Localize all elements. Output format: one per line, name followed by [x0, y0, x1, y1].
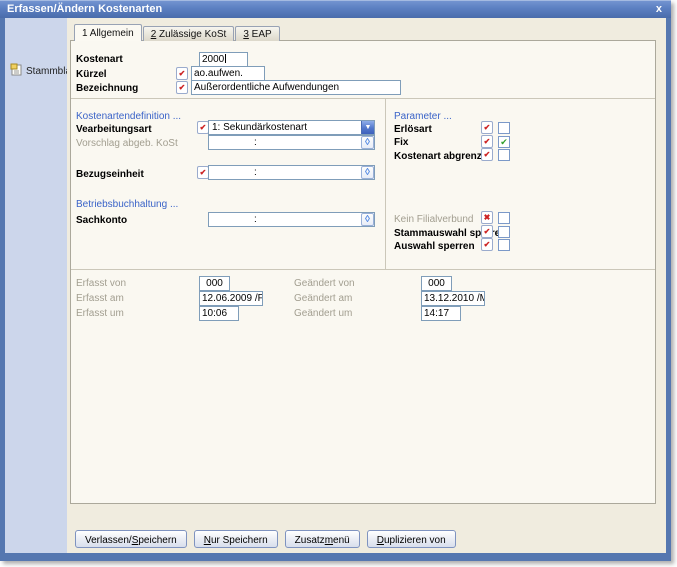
separator — [385, 99, 386, 269]
kuerzel-label: Kürzel — [76, 69, 107, 80]
kuerzel-input[interactable]: ao.aufwen. — [191, 66, 265, 81]
stammblatt-icon — [10, 63, 23, 79]
red-check-flag-icon[interactable] — [481, 121, 493, 134]
tab-zulaessige-kost[interactable]: 2 Zulässige KoSt — [143, 26, 235, 41]
diamond-lookup-icon[interactable]: ◊ — [361, 166, 374, 179]
button-bar: Verlassen/Speichern Nur Speichern Zusatz… — [75, 530, 456, 548]
erfasst-am-label: Erfasst am — [76, 293, 124, 304]
fix-label: Fix — [394, 137, 408, 148]
kostenart-abgrenzen-checkbox[interactable] — [498, 149, 510, 161]
vearbeitungsart-select[interactable]: 1: Sekundärkostenart ▼ — [208, 120, 375, 135]
sidebar: Stammblatt — [5, 18, 67, 553]
erfasst-von-label: Erfasst von — [76, 278, 126, 289]
geaendert-von-label: Geändert von — [294, 278, 355, 289]
red-check-flag-icon[interactable] — [176, 81, 188, 94]
red-check-flag-icon[interactable] — [176, 67, 188, 80]
red-check-flag-icon[interactable] — [481, 148, 493, 161]
geaendert-um-field: 14:17 — [421, 306, 461, 321]
erfasst-um-field: 10:06 — [199, 306, 239, 321]
dialog-window: Erfassen/Ändern Kostenarten x Stammblatt — [0, 0, 671, 561]
stammauswahl-sperren-checkbox[interactable] — [498, 226, 510, 238]
red-check-flag-icon[interactable] — [481, 238, 493, 251]
kostenart-label: Kostenart — [76, 54, 123, 65]
zusatzmenu-button[interactable]: Zusatzmenü — [285, 530, 360, 548]
red-check-flag-icon[interactable] — [481, 225, 493, 238]
close-icon[interactable]: x — [654, 4, 664, 15]
erloesart-label: Erlösart — [394, 124, 432, 135]
nur-speichern-button[interactable]: Nur Speichern — [194, 530, 278, 548]
kein-filialverbund-label: Kein Filialverbund — [394, 214, 474, 225]
bezugseinheit-select[interactable]: : ◊ — [208, 165, 375, 180]
vorschlag-abgeb-kost-label: Vorschlag abgeb. KoSt — [76, 138, 178, 149]
vorschlag-abgeb-kost-select: : ◊ — [208, 135, 375, 150]
main-area: 1 Allgemein 2 Zulässige KoSt 3 EAP Koste… — [67, 18, 666, 553]
window-title: Erfassen/Ändern Kostenarten — [7, 3, 654, 15]
bezeichnung-label: Bezeichnung — [76, 83, 138, 94]
geaendert-am-label: Geändert am — [294, 293, 352, 304]
kein-filialverbund-checkbox — [498, 212, 510, 224]
sidebar-item-stammblatt[interactable]: Stammblatt — [5, 63, 67, 79]
kostenart-abgrenzen-label: Kostenart abgrenzen — [394, 151, 493, 162]
vearbeitungsart-label: Vearbeitungsart — [76, 124, 152, 135]
duplizieren-von-button[interactable]: Duplizieren von — [367, 530, 456, 548]
bezeichnung-input[interactable]: Außerordentliche Aufwendungen — [191, 80, 401, 95]
tab-bar: 1 Allgemein 2 Zulässige KoSt 3 EAP — [74, 24, 281, 41]
geaendert-von-field: 000 — [421, 276, 452, 291]
tab-eap[interactable]: 3 EAP — [235, 26, 279, 41]
erloesart-checkbox[interactable] — [498, 122, 510, 134]
kostenart-input[interactable]: 2000 — [199, 52, 248, 67]
verlassen-speichern-button[interactable]: Verlassen/Speichern — [75, 530, 187, 548]
text-cursor — [225, 54, 226, 63]
red-x-flag-icon — [481, 211, 493, 224]
chevron-down-icon[interactable]: ▼ — [361, 121, 374, 134]
section-betriebsbuchhaltung: Betriebsbuchhaltung ... — [76, 199, 178, 210]
auswahl-sperren-label: Auswahl sperren — [394, 241, 475, 252]
title-bar: Erfassen/Ändern Kostenarten x — [0, 0, 671, 18]
section-kostenartendefinition: Kostenartendefinition ... — [76, 111, 181, 122]
diamond-lookup-icon[interactable]: ◊ — [361, 213, 374, 226]
geaendert-um-label: Geändert um — [294, 308, 352, 319]
erfasst-von-field: 000 — [199, 276, 230, 291]
red-check-flag-icon[interactable] — [481, 135, 493, 148]
separator — [71, 98, 655, 99]
auswahl-sperren-checkbox[interactable] — [498, 239, 510, 251]
erfasst-um-label: Erfasst um — [76, 308, 124, 319]
sachkonto-label: Sachkonto — [76, 215, 127, 226]
geaendert-am-field: 13.12.2010 /Mo — [421, 291, 485, 306]
fix-checkbox[interactable] — [498, 136, 510, 148]
tab-allgemein[interactable]: 1 Allgemein — [74, 24, 142, 41]
bezugseinheit-label: Bezugseinheit — [76, 169, 144, 180]
sachkonto-select[interactable]: : ◊ — [208, 212, 375, 227]
diamond-lookup-icon: ◊ — [361, 136, 374, 149]
tab-page-allgemein: Kostenart 2000 Kürzel ao.aufwen. Bezeich… — [70, 40, 656, 504]
separator — [71, 269, 655, 270]
section-parameter: Parameter ... — [394, 111, 452, 122]
erfasst-am-field: 12.06.2009 /Fr — [199, 291, 263, 306]
